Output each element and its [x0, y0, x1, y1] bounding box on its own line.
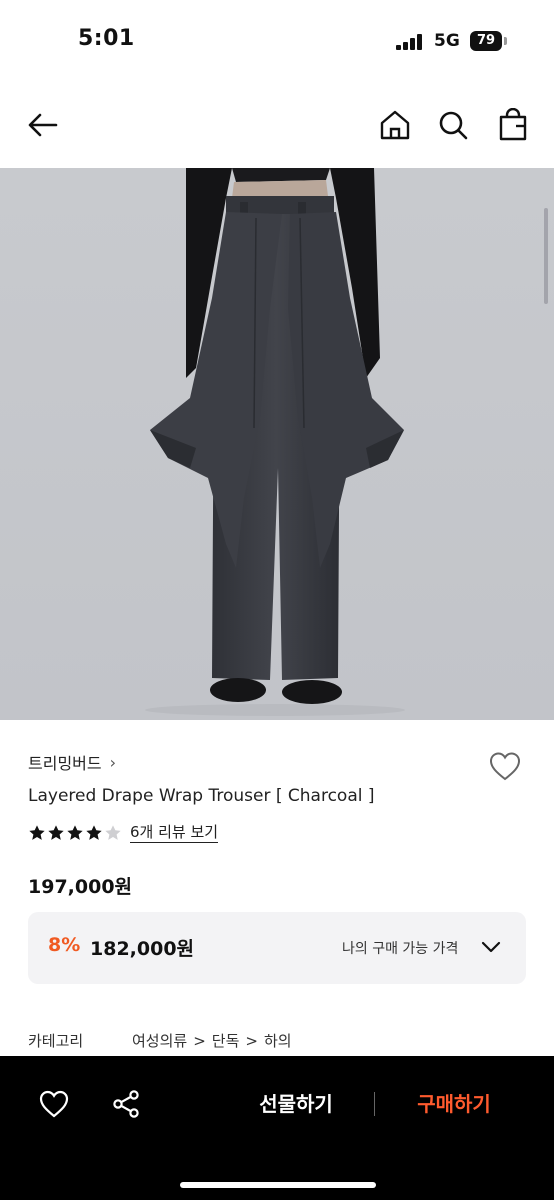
category-separator: > [245, 1031, 258, 1050]
category-item[interactable]: 여성의류 [132, 1030, 187, 1051]
nav-bar [0, 88, 554, 164]
star-empty-icon [105, 824, 121, 840]
search-icon[interactable] [436, 108, 470, 142]
chevron-down-icon [481, 941, 501, 953]
star-filled-icon [29, 824, 45, 840]
product-name: Layered Drape Wrap Trouser [ Charcoal ] [28, 786, 375, 806]
category-item[interactable]: 단독 [212, 1030, 240, 1051]
bottom-action-bar: 선물하기 구매하기 [0, 1056, 554, 1200]
star-filled-icon [67, 824, 83, 840]
gift-button[interactable]: 선물하기 [236, 1088, 356, 1117]
scroll-indicator[interactable] [544, 208, 548, 304]
discount-rate: 8% [48, 934, 81, 956]
rating-row: 6개 리뷰 보기 [28, 822, 219, 843]
star-filled-icon [48, 824, 64, 840]
my-price-box[interactable]: 8% 182,000원 나의 구매 가능 가격 [28, 912, 526, 984]
network-type: 5G [434, 31, 460, 51]
category-separator: > [193, 1031, 206, 1050]
my-price-label: 나의 구매 가능 가격 [342, 941, 459, 957]
brand-name: 트리밍버드 [28, 754, 102, 773]
category-row: 카테고리 여성의류 > 단독 > 하의 [28, 1030, 292, 1051]
share-icon[interactable] [110, 1088, 142, 1120]
heart-icon[interactable] [38, 1088, 70, 1120]
battery-icon: 79 [470, 31, 502, 51]
heart-icon[interactable] [488, 750, 522, 782]
signal-icon [396, 34, 422, 50]
chevron-right-icon: › [109, 752, 117, 772]
rating-stars [28, 824, 122, 842]
star-filled-icon [86, 824, 102, 840]
review-link[interactable]: 6개 리뷰 보기 [130, 822, 219, 843]
home-indicator [180, 1182, 376, 1188]
brand-link[interactable]: 트리밍버드 › [28, 750, 116, 774]
divider [374, 1092, 375, 1116]
status-time: 5:01 [78, 26, 135, 51]
category-label: 카테고리 [28, 1032, 84, 1050]
status-bar: 5:01 5G 79 [0, 0, 554, 84]
product-price: 197,000원 [28, 876, 133, 898]
buy-button[interactable]: 구매하기 [394, 1088, 514, 1117]
product-image[interactable] [0, 168, 554, 720]
arrow-left-icon[interactable] [26, 108, 60, 142]
category-path: 여성의류 > 단독 > 하의 [132, 1030, 292, 1051]
discounted-price: 182,000원 [90, 938, 195, 960]
product-photo [0, 168, 554, 720]
shopping-bag-icon[interactable] [496, 108, 530, 142]
battery-tip [504, 37, 507, 45]
category-item[interactable]: 하의 [264, 1030, 292, 1051]
home-icon[interactable] [378, 108, 412, 142]
